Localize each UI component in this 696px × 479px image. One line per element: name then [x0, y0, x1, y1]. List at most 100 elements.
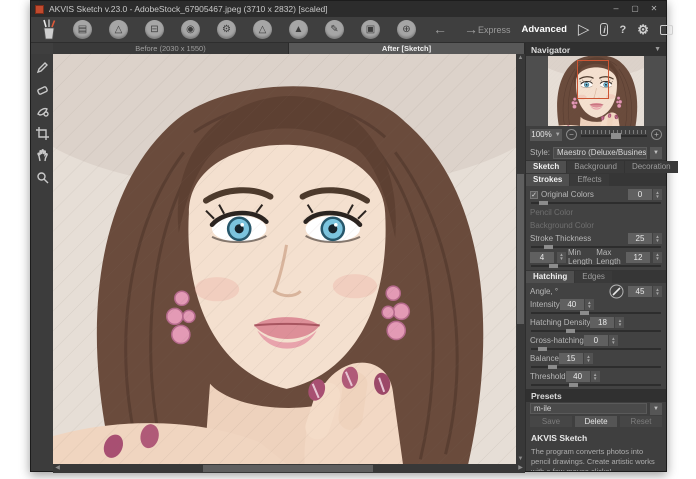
scroll-down-icon[interactable]: ▼ [516, 455, 525, 464]
toolbar-icon[interactable]: ⊕ [397, 20, 416, 39]
delete-preset-button[interactable]: Delete [575, 416, 617, 427]
param-spinner[interactable] [608, 335, 618, 346]
param-value[interactable]: 18 [590, 317, 615, 328]
reset-preset-button[interactable]: Reset [620, 416, 662, 427]
zoom-out-button[interactable]: − [566, 129, 577, 140]
navigator-header: Navigator ▼ [526, 43, 666, 56]
min-length-value[interactable]: 4 [530, 251, 554, 263]
crop-tool-icon[interactable] [34, 125, 50, 141]
angle-dial-icon[interactable] [609, 284, 624, 299]
preset-dropdown[interactable]: m-ile [530, 403, 647, 414]
zoom-tool-icon[interactable] [34, 169, 50, 185]
param-spinner[interactable] [584, 299, 594, 310]
toolbar-icon[interactable]: ◉ [181, 20, 200, 39]
preset-dropdown-chevron-icon[interactable]: ▼ [650, 402, 662, 415]
original-colors-slider[interactable] [531, 201, 661, 205]
original-colors-checkbox[interactable]: ✓ [530, 190, 538, 199]
navigator-view-frame[interactable] [576, 59, 610, 100]
hatching-tab[interactable]: Edges [575, 271, 612, 283]
undo-icon[interactable]: ← [433, 20, 447, 39]
toolbar-icon[interactable]: ⊟ [145, 20, 164, 39]
horizontal-scroll-thumb[interactable] [203, 465, 373, 472]
style-dropdown-chevron-icon[interactable]: ▼ [650, 146, 662, 159]
toolbar-icon[interactable]: ✎ [325, 20, 344, 39]
hand-tool-icon[interactable] [34, 147, 50, 163]
mode-express-button[interactable]: Express [478, 25, 511, 35]
zoom-level-dropdown[interactable]: 100% ▼ [530, 128, 562, 141]
vertical-scrollbar[interactable]: ▲ ▼ [516, 54, 525, 464]
zoom-in-button[interactable]: + [651, 129, 662, 140]
scroll-up-icon[interactable]: ▲ [516, 54, 525, 63]
toolbar-icon[interactable]: ▣ [361, 20, 380, 39]
tab-before[interactable]: Before (2030 x 1550) [53, 43, 288, 54]
navigator-thumbnail[interactable] [548, 56, 644, 126]
sketch-tab[interactable]: Sketch [526, 161, 567, 173]
info-icon[interactable]: i [600, 23, 609, 36]
param-spinner[interactable] [590, 371, 600, 382]
param-value[interactable]: 0 [583, 335, 608, 346]
param-value[interactable]: 15 [558, 353, 583, 364]
eraser-tool-icon[interactable] [34, 81, 50, 97]
image-tab-bar: Before (2030 x 1550) After [Sketch] [53, 43, 525, 54]
param-value[interactable]: 45 [628, 286, 652, 297]
strokes-tab[interactable]: Effects [570, 174, 609, 186]
feedback-icon[interactable] [659, 24, 673, 35]
sketch-tab-bar: Sketch Background Decoration [526, 160, 678, 173]
param-spinner[interactable] [583, 353, 593, 364]
tab-after[interactable]: After [Sketch] [289, 43, 524, 54]
param-slider[interactable] [531, 365, 661, 369]
collapse-chevron-icon[interactable]: ▼ [654, 46, 661, 53]
toolbar-icon[interactable]: ▲ [289, 20, 308, 39]
param-slider[interactable] [531, 311, 661, 315]
mode-advanced-button[interactable]: Advanced [522, 24, 567, 35]
redo-icon[interactable]: → [464, 20, 478, 39]
sketch-tab[interactable]: Background [567, 161, 624, 173]
about-box: AKVIS Sketch The program converts photos… [526, 430, 666, 471]
param-value[interactable]: 40 [565, 371, 590, 382]
close-button[interactable] [646, 3, 662, 15]
max-length-spinner[interactable] [653, 251, 662, 263]
max-length-value[interactable]: 12 [626, 251, 650, 263]
min-length-spinner[interactable] [557, 251, 566, 263]
sketch-tab[interactable]: Decoration [624, 161, 678, 173]
stroke-length-slider[interactable] [531, 264, 661, 268]
original-colors-value[interactable]: 0 [628, 189, 652, 200]
maximize-button[interactable] [627, 3, 643, 15]
zoom-level-value: 100% [531, 130, 552, 139]
minimize-button[interactable] [608, 3, 624, 15]
zoom-slider-thumb[interactable] [610, 133, 621, 139]
original-colors-spinner[interactable] [653, 189, 662, 200]
param-slider[interactable] [531, 383, 661, 387]
scroll-left-icon[interactable]: ◀ [53, 464, 62, 473]
param-label: Balance [530, 354, 559, 363]
save-preset-button[interactable]: Save [530, 416, 572, 427]
vertical-scroll-thumb[interactable] [517, 174, 524, 324]
presets-title: Presets [531, 390, 562, 401]
preferences-gear-icon[interactable]: ⚙ [637, 22, 649, 38]
run-icon[interactable]: ▷ [578, 22, 590, 37]
horizontal-scrollbar[interactable]: ◀ ▶ [53, 464, 525, 473]
pencil-tool-icon[interactable] [34, 59, 50, 75]
param-spinner[interactable] [615, 317, 625, 328]
param-slider[interactable] [531, 347, 661, 351]
stroke-thickness-slider[interactable] [531, 245, 661, 249]
title-bar: AKVIS Sketch v.23.0 - AdobeStock_6790546… [31, 1, 666, 17]
zoom-slider[interactable] [581, 130, 647, 139]
history-brush-tool-icon[interactable] [34, 103, 50, 119]
param-value[interactable]: 40 [559, 299, 584, 310]
toolbar-icon[interactable]: ⚙ [217, 20, 236, 39]
toolbar-icon[interactable]: ▤ [73, 20, 92, 39]
toolbar-icon[interactable]: △ [253, 20, 272, 39]
help-icon[interactable]: ? [619, 24, 626, 36]
stroke-thickness-value[interactable]: 25 [628, 233, 652, 244]
hatching-tab[interactable]: Hatching [526, 271, 575, 283]
strokes-tab[interactable]: Strokes [526, 174, 570, 186]
scroll-right-icon[interactable]: ▶ [516, 464, 525, 473]
zoom-dropdown-chevron-icon: ▼ [554, 131, 561, 138]
param-spinner[interactable] [653, 286, 662, 297]
style-dropdown[interactable]: Maestro (Deluxe/Business) [553, 146, 647, 159]
toolbar-icon[interactable]: △ [109, 20, 128, 39]
param-slider[interactable] [531, 329, 661, 333]
stroke-thickness-spinner[interactable] [653, 233, 662, 244]
after-image-canvas[interactable] [53, 54, 516, 464]
